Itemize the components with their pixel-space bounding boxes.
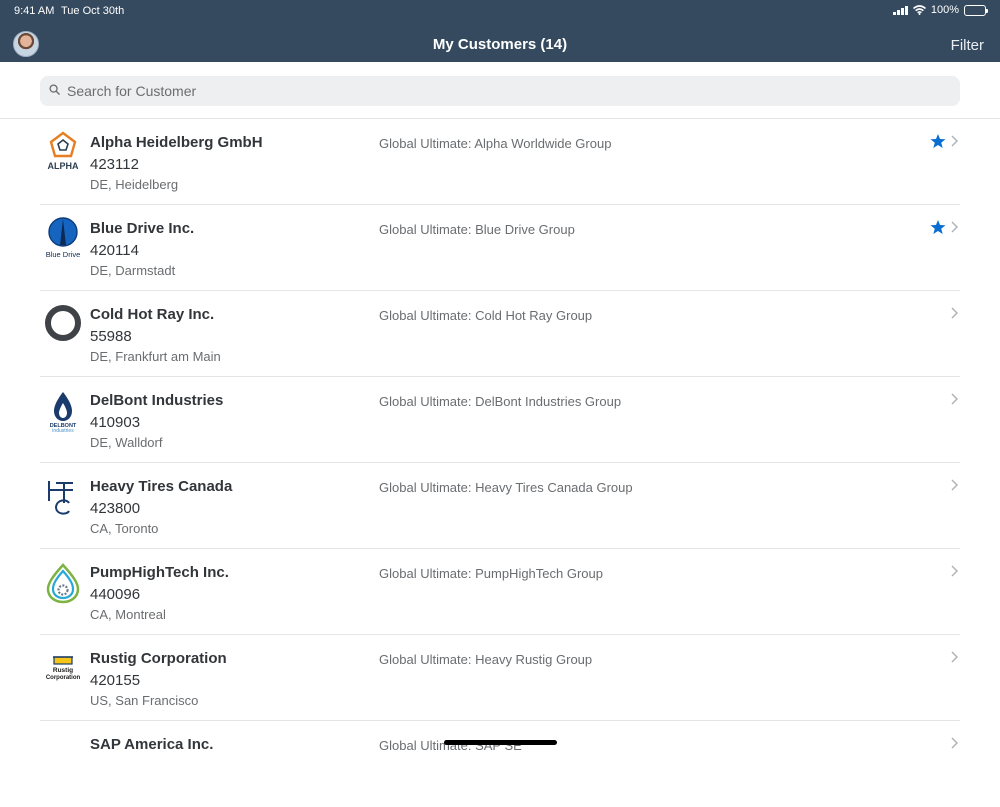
customer-location: DE, Walldorf	[90, 435, 163, 450]
customer-id: 423112	[90, 156, 139, 173]
alpha-logo-text: ALPHA	[48, 161, 79, 171]
customer-location: DE, Heidelberg	[90, 177, 179, 192]
status-indicators: 100%	[892, 4, 988, 16]
chevron-right-icon	[951, 479, 958, 491]
blue-drive-logo-icon: Blue Drive	[46, 217, 81, 259]
customer-name: Rustig Corporation	[90, 650, 227, 667]
customer-id: 55988	[90, 328, 132, 345]
favorite-star-icon[interactable]	[930, 219, 946, 235]
customer-name: DelBont Industries	[90, 392, 224, 409]
customer-name: Heavy Tires Canada	[90, 478, 233, 495]
customer-location: CA, Montreal	[90, 607, 166, 622]
customer-name: Alpha Heidelberg GmbH	[90, 134, 263, 151]
customer-name: PumpHighTech Inc.	[90, 564, 229, 581]
rustig-logo-icon: Rustig Corporation	[46, 656, 81, 681]
global-ultimate: Global Ultimate: DelBont Industries Grou…	[379, 394, 622, 409]
chevron-right-icon	[951, 135, 958, 147]
customer-location: CA, Toronto	[90, 521, 159, 536]
customer-list-item[interactable]: Cold Hot Ray Inc. 55988 DE, Frankfurt am…	[0, 291, 1000, 377]
chevron-right-icon	[951, 393, 958, 405]
favorite-star-icon[interactable]	[930, 133, 946, 149]
customer-name: Blue Drive Inc.	[90, 220, 195, 237]
customer-id: 410903	[90, 414, 141, 431]
global-ultimate: Global Ultimate: Cold Hot Ray Group	[379, 308, 593, 323]
status-time: 9:41 AM	[14, 5, 55, 17]
battery-percent: 100%	[930, 4, 959, 16]
cold-hot-ray-logo-icon	[45, 305, 81, 341]
wifi-icon	[912, 5, 926, 15]
customer-name: SAP America Inc.	[90, 736, 214, 753]
customer-location: DE, Darmstadt	[90, 263, 176, 278]
cellular-signal-icon	[892, 5, 908, 15]
chevron-right-icon	[951, 307, 958, 319]
blue-drive-logo-text: Blue Drive	[46, 250, 81, 259]
customer-list-item[interactable]: Heavy Tires Canada 423800 CA, Toronto Gl…	[0, 463, 1000, 549]
chevron-right-icon	[951, 565, 958, 577]
chevron-right-icon	[951, 651, 958, 663]
search-bar[interactable]	[40, 76, 960, 106]
status-bar: 9:41 AM Tue Oct 30th 100%	[0, 0, 1000, 22]
filter-button[interactable]: Filter	[951, 37, 984, 54]
delbont-logo-icon: DELBONT industries	[50, 392, 77, 433]
customer-list-item[interactable]: SAP America Inc. Global Ultimate: SAP SE	[0, 721, 1000, 807]
rustig-logo-text: Rustig	[53, 667, 73, 674]
customer-location: DE, Frankfurt am Main	[90, 349, 221, 364]
customer-list-item[interactable]: PumpHighTech Inc. 440096 CA, Montreal Gl…	[0, 549, 1000, 635]
customer-list-item[interactable]: Rustig Corporation Rustig Corporation 42…	[0, 635, 1000, 721]
navigation-bar: 9:41 AM Tue Oct 30th 100% My Customers (…	[0, 0, 1000, 62]
customer-list-item[interactable]: Blue Drive Blue Drive Inc. 420114 DE, Da…	[0, 205, 1000, 291]
alpha-logo-icon: ALPHA	[48, 131, 79, 171]
global-ultimate: Global Ultimate: PumpHighTech Group	[379, 566, 603, 581]
rustig-logo-subtext: Corporation	[46, 675, 81, 681]
battery-icon	[964, 4, 988, 16]
customer-list-item[interactable]: ALPHA Alpha Heidelberg GmbH 423112 DE, H…	[0, 119, 1000, 205]
customer-id: 420114	[90, 242, 139, 259]
customer-location: US, San Francisco	[90, 693, 199, 708]
customer-list-item[interactable]: DELBONT industries DelBont Industries 41…	[0, 377, 1000, 463]
search-icon	[49, 84, 60, 95]
page-title: My Customers (14)	[432, 36, 568, 53]
customer-id: 423800	[90, 500, 141, 517]
delbont-logo-subtext: industries	[52, 428, 74, 433]
global-ultimate: Global Ultimate: Heavy Tires Canada Grou…	[379, 480, 633, 495]
home-indicator[interactable]	[444, 740, 557, 745]
heavy-tires-logo-icon	[48, 481, 73, 515]
customer-id: 420155	[90, 672, 141, 689]
global-ultimate: Global Ultimate: Blue Drive Group	[379, 222, 575, 237]
global-ultimate: Global Ultimate: Heavy Rustig Group	[379, 652, 593, 667]
chevron-right-icon	[951, 221, 958, 233]
search-input[interactable]	[67, 76, 947, 106]
customer-name: Cold Hot Ray Inc.	[90, 306, 215, 323]
chevron-right-icon	[951, 737, 958, 749]
customer-id: 440096	[90, 586, 141, 603]
pumphightech-logo-icon	[46, 563, 80, 604]
status-date: Tue Oct 30th	[61, 5, 125, 17]
global-ultimate: Global Ultimate: Alpha Worldwide Group	[379, 136, 612, 151]
